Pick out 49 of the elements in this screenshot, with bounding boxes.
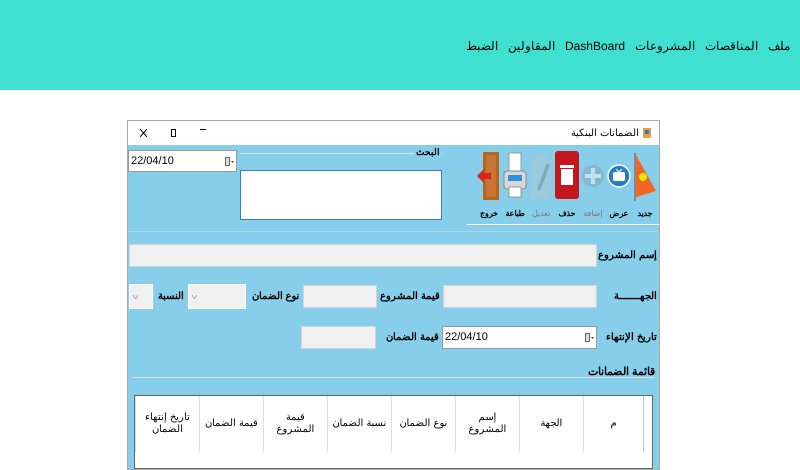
field-label: الجهـــــــة — [613, 290, 657, 304]
column-header[interactable]: نسبة الضمان — [327, 396, 391, 452]
date-picker[interactable]: 22/04/10 — [128, 150, 237, 172]
calendar-icon[interactable] — [225, 156, 234, 166]
menu-item[interactable]: DashBoard — [564, 37, 625, 55]
type-dropdown[interactable] — [188, 284, 246, 309]
field-label: تاريخ الإنتهاء — [605, 331, 657, 345]
app-icon — [643, 128, 651, 138]
maximize-icon[interactable] — [171, 129, 176, 137]
column-header[interactable]: الجهة — [519, 396, 583, 452]
toolbar-button[interactable]: طباعة — [503, 149, 527, 220]
toolbar-button[interactable]: جديد — [633, 149, 657, 220]
field-label: قيمة الضمان — [385, 331, 440, 345]
door-icon — [477, 149, 501, 203]
menu-item[interactable]: الضبط — [466, 37, 498, 55]
menu-item[interactable]: المقاولين — [508, 37, 555, 55]
column-header[interactable]: قيمة الضمان — [199, 396, 263, 452]
date-value: 22/04/10 — [131, 154, 174, 169]
guarantee-value-field[interactable] — [301, 326, 376, 349]
column-header[interactable]: تاريخ إنتهاء الضمان — [135, 396, 199, 452]
group-legend: البحث — [415, 148, 441, 157]
column-header[interactable]: م — [583, 396, 643, 452]
window-title: الضمانات البنكية — [571, 126, 639, 140]
menu-item[interactable]: المناقصات — [705, 37, 758, 55]
toolbar-button[interactable]: عرض — [607, 149, 631, 220]
date-value: 22/04/10 — [445, 330, 488, 346]
chevron-down-icon — [192, 294, 197, 298]
toolbar-button[interactable]: خروج — [477, 149, 501, 220]
column-header[interactable]: إسم المشروع — [455, 396, 519, 452]
menu-item[interactable]: المشروعات — [635, 37, 695, 55]
column-header[interactable]: قيمة المشروع — [263, 396, 327, 452]
project-value-field[interactable] — [302, 285, 378, 308]
minimize-icon[interactable] — [200, 129, 206, 130]
search-field[interactable] — [240, 170, 442, 220]
field-label: نوع الضمان — [250, 290, 301, 304]
chevron-down-icon — [132, 294, 138, 298]
field-label: قيمة المشروع — [379, 290, 441, 304]
menu-item[interactable]: ملف — [768, 37, 790, 55]
entity-field[interactable] — [442, 285, 598, 308]
field-label: النسبة — [156, 290, 185, 304]
toolbar-button[interactable]: حذف — [555, 149, 579, 220]
group-legend: قائمة الضمانات — [588, 364, 655, 380]
ratio-dropdown[interactable] — [129, 284, 153, 309]
close-icon[interactable] — [140, 129, 147, 137]
project-name-field[interactable] — [129, 244, 598, 267]
column-header[interactable]: نوع الضمان — [391, 396, 455, 452]
date-picker[interactable]: 22/04/10 — [442, 326, 597, 349]
field-label: إسم المشروع — [597, 249, 657, 263]
calendar-icon[interactable] — [585, 333, 594, 342]
